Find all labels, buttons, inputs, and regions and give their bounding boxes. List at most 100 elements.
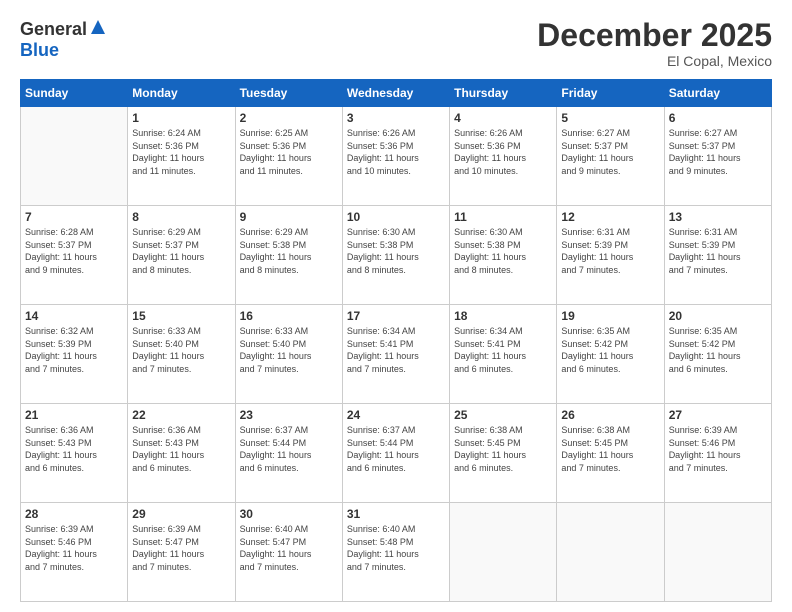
day-info: Sunrise: 6:25 AM Sunset: 5:36 PM Dayligh… xyxy=(240,127,338,177)
calendar-header-monday: Monday xyxy=(128,80,235,107)
calendar-cell: 22Sunrise: 6:36 AM Sunset: 5:43 PM Dayli… xyxy=(128,404,235,503)
day-number: 15 xyxy=(132,309,230,323)
calendar-cell: 24 Sunrise: 6:37 AM Sunset: 5:44 PM Dayli… xyxy=(342,404,449,503)
calendar-header-tuesday: Tuesday xyxy=(235,80,342,107)
day-number: 16 xyxy=(240,309,338,323)
calendar-cell: 10 Sunrise: 6:30 AM Sunset: 5:38 PM Dayli… xyxy=(342,206,449,305)
logo-blue-text: Blue xyxy=(20,40,59,60)
day-info: Sunrise: 6:39 AM Sunset: 5:46 PM Dayligh… xyxy=(25,523,123,573)
calendar-cell: 30 Sunrise: 6:40 AM Sunset: 5:47 PM Dayli… xyxy=(235,503,342,602)
day-info: Sunrise: 6:31 AM Sunset: 5:39 PM Dayligh… xyxy=(669,226,767,276)
calendar-cell xyxy=(664,503,771,602)
day-info: Sunrise: 6:33 AM Sunset: 5:40 PM Dayligh… xyxy=(132,325,230,375)
day-number: 30 xyxy=(240,507,338,521)
day-number: 18 xyxy=(454,309,552,323)
calendar-cell: 12 Sunrise: 6:31 AM Sunset: 5:39 PM Dayli… xyxy=(557,206,664,305)
subtitle: El Copal, Mexico xyxy=(537,53,772,69)
day-info: Sunrise: 6:38 AM Sunset: 5:45 PM Dayligh… xyxy=(454,424,552,474)
calendar-cell: 16 Sunrise: 6:33 AM Sunset: 5:40 PM Dayli… xyxy=(235,305,342,404)
day-number: 2 xyxy=(240,111,338,125)
calendar-header-wednesday: Wednesday xyxy=(342,80,449,107)
calendar-cell: 1Sunrise: 6:24 AM Sunset: 5:36 PM Daylig… xyxy=(128,107,235,206)
calendar-cell: 13 Sunrise: 6:31 AM Sunset: 5:39 PM Dayli… xyxy=(664,206,771,305)
page: General Blue December 2025 El Copal, Mex… xyxy=(0,0,792,612)
calendar-table: SundayMondayTuesdayWednesdayThursdayFrid… xyxy=(20,79,772,602)
calendar-cell: 23 Sunrise: 6:37 AM Sunset: 5:44 PM Dayli… xyxy=(235,404,342,503)
day-number: 12 xyxy=(561,210,659,224)
header: General Blue December 2025 El Copal, Mex… xyxy=(20,18,772,69)
day-info: Sunrise: 6:33 AM Sunset: 5:40 PM Dayligh… xyxy=(240,325,338,375)
day-number: 29 xyxy=(132,507,230,521)
calendar-week-row: 1Sunrise: 6:24 AM Sunset: 5:36 PM Daylig… xyxy=(21,107,772,206)
month-title: December 2025 xyxy=(537,18,772,53)
day-info: Sunrise: 6:29 AM Sunset: 5:37 PM Dayligh… xyxy=(132,226,230,276)
day-number: 21 xyxy=(25,408,123,422)
calendar-cell: 28Sunrise: 6:39 AM Sunset: 5:46 PM Dayli… xyxy=(21,503,128,602)
calendar-cell: 20 Sunrise: 6:35 AM Sunset: 5:42 PM Dayli… xyxy=(664,305,771,404)
calendar-cell: 31 Sunrise: 6:40 AM Sunset: 5:48 PM Dayli… xyxy=(342,503,449,602)
day-number: 10 xyxy=(347,210,445,224)
calendar-header-friday: Friday xyxy=(557,80,664,107)
calendar-cell: 8 Sunrise: 6:29 AM Sunset: 5:37 PM Daylig… xyxy=(128,206,235,305)
calendar-header-row: SundayMondayTuesdayWednesdayThursdayFrid… xyxy=(21,80,772,107)
day-number: 23 xyxy=(240,408,338,422)
day-info: Sunrise: 6:27 AM Sunset: 5:37 PM Dayligh… xyxy=(561,127,659,177)
calendar-header-thursday: Thursday xyxy=(450,80,557,107)
calendar-week-row: 7 Sunrise: 6:28 AM Sunset: 5:37 PM Daylig… xyxy=(21,206,772,305)
calendar-cell: 5Sunrise: 6:27 AM Sunset: 5:37 PM Daylig… xyxy=(557,107,664,206)
day-number: 25 xyxy=(454,408,552,422)
title-section: December 2025 El Copal, Mexico xyxy=(537,18,772,69)
day-info: Sunrise: 6:32 AM Sunset: 5:39 PM Dayligh… xyxy=(25,325,123,375)
day-number: 1 xyxy=(132,111,230,125)
day-info: Sunrise: 6:36 AM Sunset: 5:43 PM Dayligh… xyxy=(132,424,230,474)
day-info: Sunrise: 6:28 AM Sunset: 5:37 PM Dayligh… xyxy=(25,226,123,276)
day-number: 17 xyxy=(347,309,445,323)
day-info: Sunrise: 6:29 AM Sunset: 5:38 PM Dayligh… xyxy=(240,226,338,276)
day-number: 14 xyxy=(25,309,123,323)
day-number: 24 xyxy=(347,408,445,422)
day-number: 4 xyxy=(454,111,552,125)
day-number: 8 xyxy=(132,210,230,224)
day-number: 19 xyxy=(561,309,659,323)
day-info: Sunrise: 6:26 AM Sunset: 5:36 PM Dayligh… xyxy=(454,127,552,177)
calendar-cell: 6 Sunrise: 6:27 AM Sunset: 5:37 PM Daylig… xyxy=(664,107,771,206)
day-info: Sunrise: 6:39 AM Sunset: 5:46 PM Dayligh… xyxy=(669,424,767,474)
calendar-cell: 17Sunrise: 6:34 AM Sunset: 5:41 PM Dayli… xyxy=(342,305,449,404)
calendar-cell: 29 Sunrise: 6:39 AM Sunset: 5:47 PM Dayli… xyxy=(128,503,235,602)
logo-general-text: General xyxy=(20,20,87,40)
day-info: Sunrise: 6:40 AM Sunset: 5:47 PM Dayligh… xyxy=(240,523,338,573)
day-info: Sunrise: 6:37 AM Sunset: 5:44 PM Dayligh… xyxy=(347,424,445,474)
day-info: Sunrise: 6:34 AM Sunset: 5:41 PM Dayligh… xyxy=(454,325,552,375)
calendar-cell: 9Sunrise: 6:29 AM Sunset: 5:38 PM Daylig… xyxy=(235,206,342,305)
calendar-cell: 14 Sunrise: 6:32 AM Sunset: 5:39 PM Dayli… xyxy=(21,305,128,404)
day-number: 13 xyxy=(669,210,767,224)
calendar-cell: 21 Sunrise: 6:36 AM Sunset: 5:43 PM Dayli… xyxy=(21,404,128,503)
calendar-cell: 2 Sunrise: 6:25 AM Sunset: 5:36 PM Daylig… xyxy=(235,107,342,206)
day-info: Sunrise: 6:35 AM Sunset: 5:42 PM Dayligh… xyxy=(561,325,659,375)
calendar-cell xyxy=(450,503,557,602)
calendar-cell: 11Sunrise: 6:30 AM Sunset: 5:38 PM Dayli… xyxy=(450,206,557,305)
day-number: 6 xyxy=(669,111,767,125)
day-info: Sunrise: 6:36 AM Sunset: 5:43 PM Dayligh… xyxy=(25,424,123,474)
day-info: Sunrise: 6:37 AM Sunset: 5:44 PM Dayligh… xyxy=(240,424,338,474)
day-info: Sunrise: 6:27 AM Sunset: 5:37 PM Dayligh… xyxy=(669,127,767,177)
day-number: 7 xyxy=(25,210,123,224)
day-info: Sunrise: 6:31 AM Sunset: 5:39 PM Dayligh… xyxy=(561,226,659,276)
calendar-cell: 15 Sunrise: 6:33 AM Sunset: 5:40 PM Dayli… xyxy=(128,305,235,404)
logo: General Blue xyxy=(20,18,107,61)
day-info: Sunrise: 6:40 AM Sunset: 5:48 PM Dayligh… xyxy=(347,523,445,573)
calendar-cell xyxy=(557,503,664,602)
day-number: 26 xyxy=(561,408,659,422)
day-number: 31 xyxy=(347,507,445,521)
day-info: Sunrise: 6:30 AM Sunset: 5:38 PM Dayligh… xyxy=(347,226,445,276)
calendar-cell: 26Sunrise: 6:38 AM Sunset: 5:45 PM Dayli… xyxy=(557,404,664,503)
day-info: Sunrise: 6:39 AM Sunset: 5:47 PM Dayligh… xyxy=(132,523,230,573)
calendar-cell: 25 Sunrise: 6:38 AM Sunset: 5:45 PM Dayli… xyxy=(450,404,557,503)
day-number: 27 xyxy=(669,408,767,422)
day-number: 20 xyxy=(669,309,767,323)
calendar-week-row: 28Sunrise: 6:39 AM Sunset: 5:46 PM Dayli… xyxy=(21,503,772,602)
calendar-header-saturday: Saturday xyxy=(664,80,771,107)
day-info: Sunrise: 6:35 AM Sunset: 5:42 PM Dayligh… xyxy=(669,325,767,375)
calendar-cell: 18 Sunrise: 6:34 AM Sunset: 5:41 PM Dayli… xyxy=(450,305,557,404)
calendar-header-sunday: Sunday xyxy=(21,80,128,107)
